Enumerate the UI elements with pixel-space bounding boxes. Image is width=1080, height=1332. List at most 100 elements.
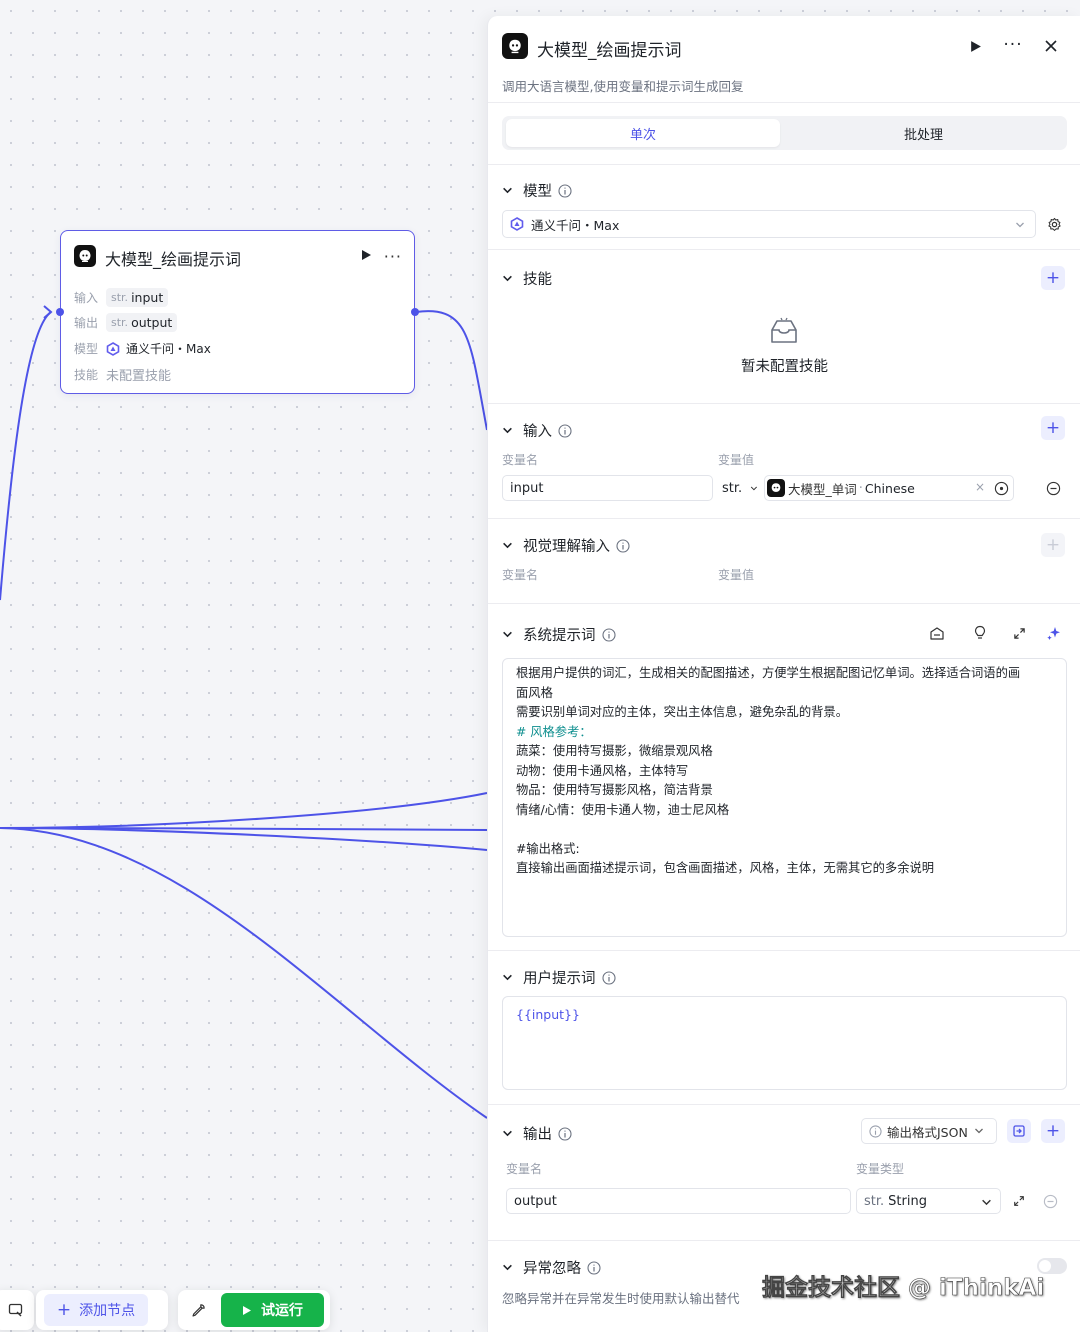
wrench-icon[interactable] <box>191 1303 206 1318</box>
test-run-button[interactable]: 试运行 <box>221 1293 324 1327</box>
minimap-icon[interactable] <box>8 1303 24 1318</box>
node-input-label: 输入 <box>74 291 99 305</box>
section-exception-header[interactable]: 异常忽略 <box>502 1257 601 1278</box>
node-more-icon[interactable]: ··· <box>384 247 402 266</box>
remove-input-icon[interactable] <box>1042 477 1064 499</box>
output-type-value: String <box>888 1193 927 1209</box>
add-vision-input-button[interactable]: + <box>1041 533 1065 557</box>
node-skill-value: 未配置技能 <box>106 369 172 384</box>
info-icon[interactable] <box>558 183 572 198</box>
panel-description: 调用大语言模型,使用变量和提示词生成回复 <box>502 79 744 94</box>
remove-output-icon[interactable] <box>1039 1190 1061 1212</box>
node-output-tag: str. output <box>106 313 178 332</box>
chevron-down-icon <box>750 486 758 490</box>
system-prompt-line: 面风格 <box>516 685 553 700</box>
info-icon[interactable] <box>601 627 616 642</box>
ai-optimize-sparkle-icon[interactable] <box>1043 622 1065 644</box>
llm-node-icon <box>502 33 528 59</box>
node-input-port[interactable] <box>56 308 64 316</box>
input-type-select[interactable]: str. <box>718 475 758 501</box>
expand-icon[interactable] <box>1008 622 1030 644</box>
add-output-button[interactable]: + <box>1041 1119 1065 1143</box>
llm-node-icon <box>74 245 96 267</box>
run-mode-tabs: 单次 批处理 <box>502 116 1067 150</box>
tab-single[interactable]: 单次 <box>506 119 780 147</box>
user-prompt-editor[interactable]: {{input}} <box>502 996 1067 1090</box>
toolbar-left-card <box>0 1290 34 1330</box>
section-output-header[interactable]: 输出 <box>502 1123 572 1144</box>
node-input-tag: str. input <box>106 288 169 307</box>
run-icon[interactable] <box>964 35 986 57</box>
node-skill-label: 技能 <box>74 368 99 382</box>
section-user-prompt-header[interactable]: 用户提示词 <box>502 967 616 988</box>
output-import-button[interactable] <box>1007 1119 1031 1143</box>
system-prompt-line: 情绪/心情：使用卡通人物，迪士尼风格 <box>516 802 730 817</box>
section-exception-title: 异常忽略 <box>523 1261 581 1277</box>
model-select[interactable]: 通义千问・Max <box>502 210 1036 238</box>
info-icon[interactable] <box>558 423 572 438</box>
vision-col-name: 变量名 <box>502 568 539 582</box>
node-output-port[interactable] <box>411 308 419 316</box>
system-prompt-line: 动物：使用卡通风格，主体特写 <box>516 763 689 778</box>
chevron-down-icon <box>503 542 512 549</box>
info-icon[interactable] <box>601 970 616 985</box>
chevron-down-icon <box>1016 222 1024 228</box>
section-skills-header[interactable]: 技能 <box>502 268 552 289</box>
clear-icon[interactable]: × <box>975 480 985 494</box>
node-settings-panel: 大模型_绘画提示词 ··· 调用大语言模型,使用变量和提示词生成回复 单次 批处… <box>487 16 1080 1332</box>
system-prompt-line: 蔬菜：使用特写摄影，微缩景观风格 <box>516 744 713 758</box>
add-node-button[interactable]: + 添加节点 <box>44 1294 148 1326</box>
info-icon[interactable] <box>616 538 630 553</box>
variable-target-icon[interactable] <box>994 481 1009 496</box>
add-input-button[interactable]: + <box>1041 416 1065 440</box>
system-prompt-text: 根据用户提供的词汇，生成相关的配图描述，方便学生根据配图记忆单词。选择适合词语的… <box>516 664 1053 879</box>
output-type-prefix: str. <box>864 1193 885 1209</box>
section-user-prompt-title: 用户提示词 <box>523 971 596 987</box>
node-model-value: 通义千问・Max <box>126 342 211 356</box>
output-var-name-field[interactable]: output <box>506 1188 851 1214</box>
input-col-name: 变量名 <box>502 453 539 467</box>
input-type-value: str. <box>722 480 743 496</box>
add-skill-button[interactable]: + <box>1041 266 1065 290</box>
output-col-name: 变量名 <box>506 1162 543 1176</box>
input-var-name-field[interactable]: input <box>502 475 713 501</box>
output-expand-icon[interactable] <box>1008 1190 1030 1212</box>
model-settings-gear-icon[interactable] <box>1043 213 1065 235</box>
ref-node-icon <box>767 479 785 497</box>
node-input-row: 输入 str. input <box>74 288 169 307</box>
input-col-value: 变量值 <box>718 453 755 467</box>
section-model-title: 模型 <box>523 184 552 200</box>
close-icon[interactable] <box>1040 35 1062 57</box>
output-type-select[interactable]: str. String <box>856 1188 1001 1214</box>
output-col-type: 变量类型 <box>856 1162 905 1176</box>
canvas-node-llm[interactable]: 大模型_绘画提示词 ··· 输入 str. input 输出 str. output… <box>56 230 419 394</box>
lightbulb-icon[interactable] <box>969 622 991 644</box>
divider <box>488 164 1080 165</box>
prompt-library-icon[interactable] <box>926 622 948 644</box>
chevron-down-icon <box>503 275 512 282</box>
info-icon[interactable] <box>587 1260 601 1275</box>
add-node-label: 添加节点 <box>79 1303 136 1319</box>
qwen-logo-icon <box>106 341 120 356</box>
section-model-header[interactable]: 模型 <box>502 180 572 201</box>
input-ref-value-field[interactable]: 大模型_单词 · Chinese × <box>764 475 1014 501</box>
section-output-title: 输出 <box>523 1127 552 1143</box>
section-vision-input-header[interactable]: 视觉理解输入 <box>502 535 630 556</box>
section-system-prompt-header[interactable]: 系统提示词 <box>502 624 616 645</box>
system-prompt-line: 直接输出画面描述提示词，包含画面描述，风格，主体，无需其它的多余说明 <box>516 861 935 875</box>
exception-description: 忽略异常并在异常发生时使用默认输出替代 <box>502 1291 740 1306</box>
section-input-header[interactable]: 输入 <box>502 420 572 441</box>
tab-batch[interactable]: 批处理 <box>784 119 1063 147</box>
output-format-select[interactable]: 输出格式JSON <box>861 1118 997 1144</box>
divider <box>488 403 1080 404</box>
system-prompt-line: # 风格参考： <box>516 724 592 739</box>
more-icon[interactable]: ··· <box>1002 34 1024 56</box>
node-skill-row: 技能 未配置技能 <box>74 365 171 384</box>
chevron-down-icon <box>982 1199 991 1206</box>
system-prompt-editor[interactable]: 根据用户提供的词汇，生成相关的配图描述，方便学生根据配图记忆单词。选择适合词语的… <box>502 658 1067 937</box>
panel-title[interactable]: 大模型_绘画提示词 <box>537 36 682 61</box>
divider <box>488 102 1080 103</box>
system-prompt-line: 需要识别单词对应的主体，突出主体信息，避免杂乱的背景。 <box>516 705 849 719</box>
node-run-icon[interactable] <box>360 249 372 261</box>
info-icon[interactable] <box>558 1126 572 1141</box>
